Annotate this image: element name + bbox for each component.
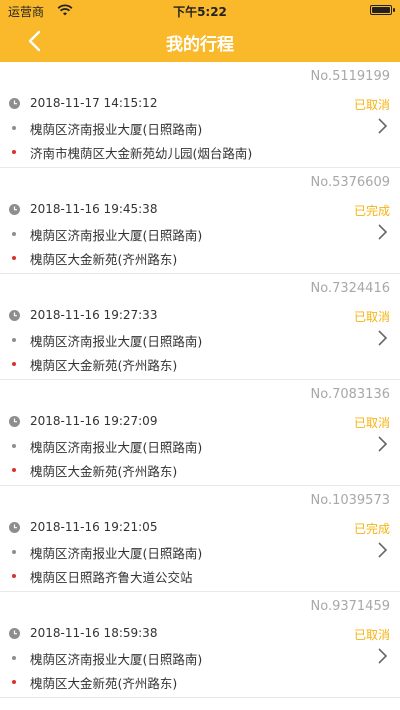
trip-status: 已取消 [353,416,390,430]
trip-origin: 槐荫区济南报业大厦(日照路南) [30,122,203,137]
trip-time-row: 2018-11-16 19:27:09 已取消 [0,413,400,431]
trip-origin: 槐荫区济南报业大厦(日照路南) [30,546,203,561]
nav-bar: 我的行程 [0,20,400,62]
trip-to-row: 槐荫区日照路齐鲁大道公交站 [0,567,400,585]
clock-icon [9,522,20,533]
trip-datetime: 2018-11-16 19:27:33 [30,308,158,322]
destination-dot-icon [12,362,16,366]
trip-destination: 济南市槐荫区大金新苑幼儿园(烟台路南) [30,146,253,161]
trip-to-row: 槐荫区大金新苑(齐州路东) [0,249,400,267]
destination-dot-icon [12,468,16,472]
trip-from-row: 槐荫区济南报业大厦(日照路南) [0,648,400,667]
origin-dot-icon [12,338,16,342]
trip-to-row: 槐荫区大金新苑(齐州路东) [0,355,400,373]
trip-to-row: 槐荫区大金新苑(齐州路东) [0,461,400,479]
trip-destination: 槐荫区大金新苑(齐州路东) [30,358,178,373]
trip-status: 已完成 [353,204,390,218]
trip-number: No.7324416 [310,281,390,296]
trip-number: No.5376609 [310,175,390,190]
trip-item[interactable]: No.1039573 2018-11-16 19:21:05 已完成 槐荫区济南… [0,486,400,592]
trip-status: 已完成 [353,522,390,536]
trip-item[interactable]: No.5376609 2018-11-16 19:45:38 已完成 槐荫区济南… [0,168,400,274]
trip-item[interactable]: No.5119199 2018-11-17 14:15:12 已取消 槐荫区济南… [0,62,400,168]
chevron-right-icon [378,330,388,346]
battery-icon [370,5,395,15]
trip-origin: 槐荫区济南报业大厦(日照路南) [30,440,203,455]
trip-datetime: 2018-11-16 19:27:09 [30,414,158,428]
trip-number: No.7083136 [310,387,390,402]
chevron-right-icon [378,542,388,558]
header: 运营商 下午5:22 我的行程 [0,0,400,62]
trip-from-row: 槐荫区济南报业大厦(日照路南) [0,118,400,137]
origin-dot-icon [12,550,16,554]
trip-origin: 槐荫区济南报业大厦(日照路南) [30,228,203,243]
trip-destination: 槐荫区大金新苑(齐州路东) [30,464,178,479]
clock-time: 下午5:22 [173,5,227,19]
trip-item[interactable]: No.7324416 2018-11-16 19:27:33 已取消 槐荫区济南… [0,274,400,380]
trip-number: No.5119199 [310,69,390,84]
trip-to-row: 槐荫区大金新苑(齐州路东) [0,673,400,691]
trip-origin: 槐荫区济南报业大厦(日照路南) [30,652,203,667]
trip-number: No.1039573 [310,493,390,508]
trip-destination: 槐荫区大金新苑(齐州路东) [30,252,178,267]
trip-datetime: 2018-11-16 19:21:05 [30,520,158,534]
trip-to-row: 济南市槐荫区大金新苑幼儿园(烟台路南) [0,143,400,161]
trip-from-row: 槐荫区济南报业大厦(日照路南) [0,436,400,455]
trip-datetime: 2018-11-16 18:59:38 [30,626,158,640]
origin-dot-icon [12,126,16,130]
trip-destination: 槐荫区大金新苑(齐州路东) [30,676,178,691]
trip-status: 已取消 [353,98,390,112]
trip-time-row: 2018-11-16 19:21:05 已完成 [0,519,400,537]
clock-icon [9,628,20,639]
trip-status: 已取消 [353,310,390,324]
chevron-right-icon [378,118,388,134]
origin-dot-icon [12,232,16,236]
trip-time-row: 2018-11-16 19:45:38 已完成 [0,201,400,219]
trip-from-row: 槐荫区济南报业大厦(日照路南) [0,542,400,561]
clock-icon [9,310,20,321]
trip-origin: 槐荫区济南报业大厦(日照路南) [30,334,203,349]
chevron-right-icon [378,436,388,452]
trip-item[interactable]: No.9371459 2018-11-16 18:59:38 已取消 槐荫区济南… [0,592,400,698]
trip-from-row: 槐荫区济南报业大厦(日照路南) [0,224,400,243]
origin-dot-icon [12,656,16,660]
chevron-right-icon [378,224,388,240]
chevron-right-icon [378,648,388,664]
clock-icon [9,204,20,215]
destination-dot-icon [12,150,16,154]
trip-time-row: 2018-11-17 14:15:12 已取消 [0,95,400,113]
destination-dot-icon [12,574,16,578]
trip-item[interactable]: No.7083136 2018-11-16 19:27:09 已取消 槐荫区济南… [0,380,400,486]
clock-icon [9,98,20,109]
trip-list: No.5119199 2018-11-17 14:15:12 已取消 槐荫区济南… [0,62,400,698]
trip-number: No.9371459 [310,599,390,614]
destination-dot-icon [12,256,16,260]
page-title: 我的行程 [166,35,234,55]
trip-datetime: 2018-11-16 19:45:38 [30,202,158,216]
trip-time-row: 2018-11-16 19:27:33 已取消 [0,307,400,325]
trip-time-row: 2018-11-16 18:59:38 已取消 [0,625,400,643]
trip-destination: 槐荫区日照路齐鲁大道公交站 [30,570,193,585]
trip-status: 已取消 [353,628,390,642]
trip-datetime: 2018-11-17 14:15:12 [30,96,158,110]
trip-from-row: 槐荫区济南报业大厦(日照路南) [0,330,400,349]
destination-dot-icon [12,680,16,684]
clock-icon [9,416,20,427]
status-bar: 运营商 下午5:22 [0,0,400,20]
origin-dot-icon [12,444,16,448]
